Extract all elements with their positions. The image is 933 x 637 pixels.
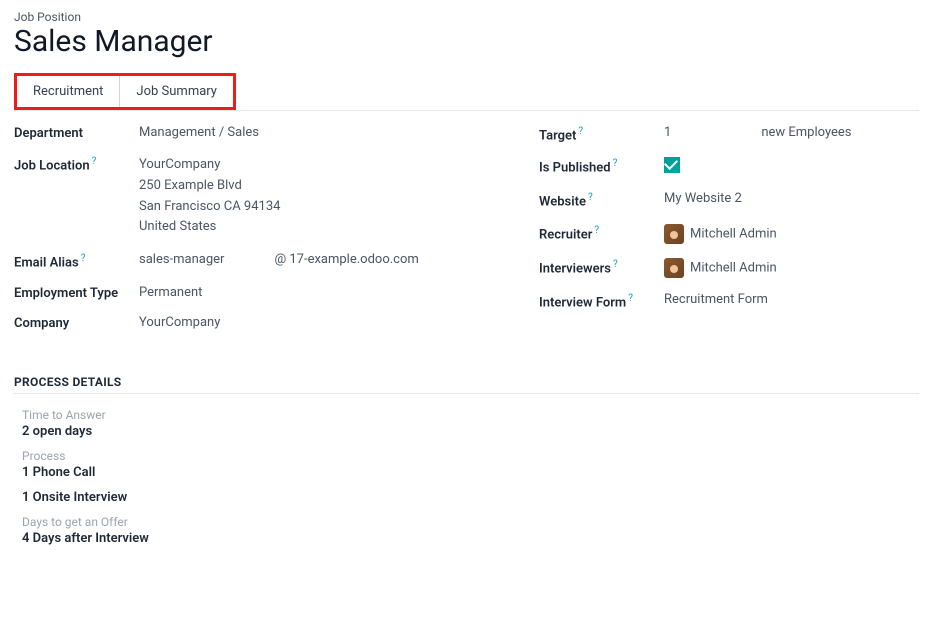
value-interview-form[interactable]: Recruitment Form [664,292,919,307]
label-website-text: Website [539,195,586,210]
label-job-location-text: Job Location [14,158,90,173]
section-process-details: PROCESS DETAILS [14,375,919,394]
label-interview-form: Interview Form? [539,292,664,310]
label-is-published: Is Published? [539,157,664,175]
tabs-container: Recruitment Job Summary [14,73,919,111]
value-time-to-answer[interactable]: 2 open days [22,424,382,439]
value-email-alias[interactable]: sales-manager @ 17-example.odoo.com [139,252,499,267]
label-time-to-answer: Time to Answer [22,408,382,422]
label-email-alias-text: Email Alias [14,256,79,271]
field-department: Department Management / Sales [14,125,499,141]
field-employment-type: Employment Type Permanent [14,285,499,301]
job-location-company: YourCompany [139,155,499,176]
field-interviewers: Interviewers? Mitchell Admin [539,258,919,278]
help-icon[interactable]: ? [92,156,97,167]
tab-job-summary[interactable]: Job Summary [120,76,233,107]
label-recruiter: Recruiter? [539,224,664,242]
target-suffix: new Employees [761,125,851,140]
label-is-published-text: Is Published [539,161,611,176]
field-interview-form: Interview Form? Recruitment Form [539,292,919,310]
value-job-location[interactable]: YourCompany 250 Example Blvd San Francis… [139,155,499,238]
field-recruiter: Recruiter? Mitchell Admin [539,224,919,244]
value-is-published[interactable] [664,157,919,177]
help-icon[interactable]: ? [594,225,599,236]
value-process-2[interactable]: 1 Onsite Interview [22,490,382,505]
help-icon[interactable]: ? [613,259,618,270]
process-block: Time to Answer 2 open days Process 1 Pho… [22,408,382,546]
job-location-country: United States [139,217,499,238]
value-days-offer[interactable]: 4 Days after Interview [22,531,382,546]
job-location-street: 250 Example Blvd [139,176,499,197]
field-website: Website? My Website 2 [539,191,919,209]
email-alias-domain: @ 17-example.odoo.com [274,252,418,267]
label-days-offer: Days to get an Offer [22,515,382,529]
label-target-text: Target [539,128,576,143]
target-number: 1 [664,125,671,140]
label-interview-form-text: Interview Form [539,295,626,310]
value-process-1[interactable]: 1 Phone Call [22,465,382,480]
tab-recruitment[interactable]: Recruitment [17,76,120,107]
page-title[interactable]: Sales Manager [14,24,919,59]
field-company: Company YourCompany [14,315,499,331]
value-employment-type[interactable]: Permanent [139,285,499,300]
label-target: Target? [539,125,664,143]
label-website: Website? [539,191,664,209]
label-company: Company [14,315,139,331]
avatar-icon [664,258,684,278]
avatar-icon [664,224,684,244]
label-department: Department [14,125,139,141]
label-interviewers: Interviewers? [539,258,664,276]
label-email-alias: Email Alias? [14,252,139,270]
help-icon[interactable]: ? [628,293,633,304]
field-email-alias: Email Alias? sales-manager @ 17-example.… [14,252,499,270]
label-employment-type: Employment Type [14,285,139,301]
form-breadcrumb-label: Job Position [14,10,919,24]
help-icon[interactable]: ? [81,253,86,264]
interviewer-name: Mitchell Admin [690,260,777,275]
label-job-location: Job Location? [14,155,139,173]
help-icon[interactable]: ? [588,192,593,203]
value-recruiter[interactable]: Mitchell Admin [664,224,919,244]
help-icon[interactable]: ? [613,158,618,169]
checkbox-checked-icon[interactable] [664,157,680,173]
field-job-location: Job Location? YourCompany 250 Example Bl… [14,155,499,238]
value-target[interactable]: 1 new Employees [664,125,919,140]
right-column: Target? 1 new Employees Is Published? We… [539,125,919,345]
left-column: Department Management / Sales Job Locati… [14,125,499,345]
tabs-highlight-box: Recruitment Job Summary [14,73,236,110]
job-location-city: San Francisco CA 94134 [139,197,499,218]
label-recruiter-text: Recruiter [539,227,592,242]
value-interviewers[interactable]: Mitchell Admin [664,258,919,278]
value-department[interactable]: Management / Sales [139,125,499,140]
email-alias-local: sales-manager [139,252,224,267]
label-process: Process [22,449,382,463]
value-website[interactable]: My Website 2 [664,191,919,206]
label-interviewers-text: Interviewers [539,261,611,276]
field-is-published: Is Published? [539,157,919,177]
form-sheet: Department Management / Sales Job Locati… [14,125,919,345]
recruiter-name: Mitchell Admin [690,226,777,241]
field-target: Target? 1 new Employees [539,125,919,143]
value-company[interactable]: YourCompany [139,315,499,330]
help-icon[interactable]: ? [578,126,583,137]
